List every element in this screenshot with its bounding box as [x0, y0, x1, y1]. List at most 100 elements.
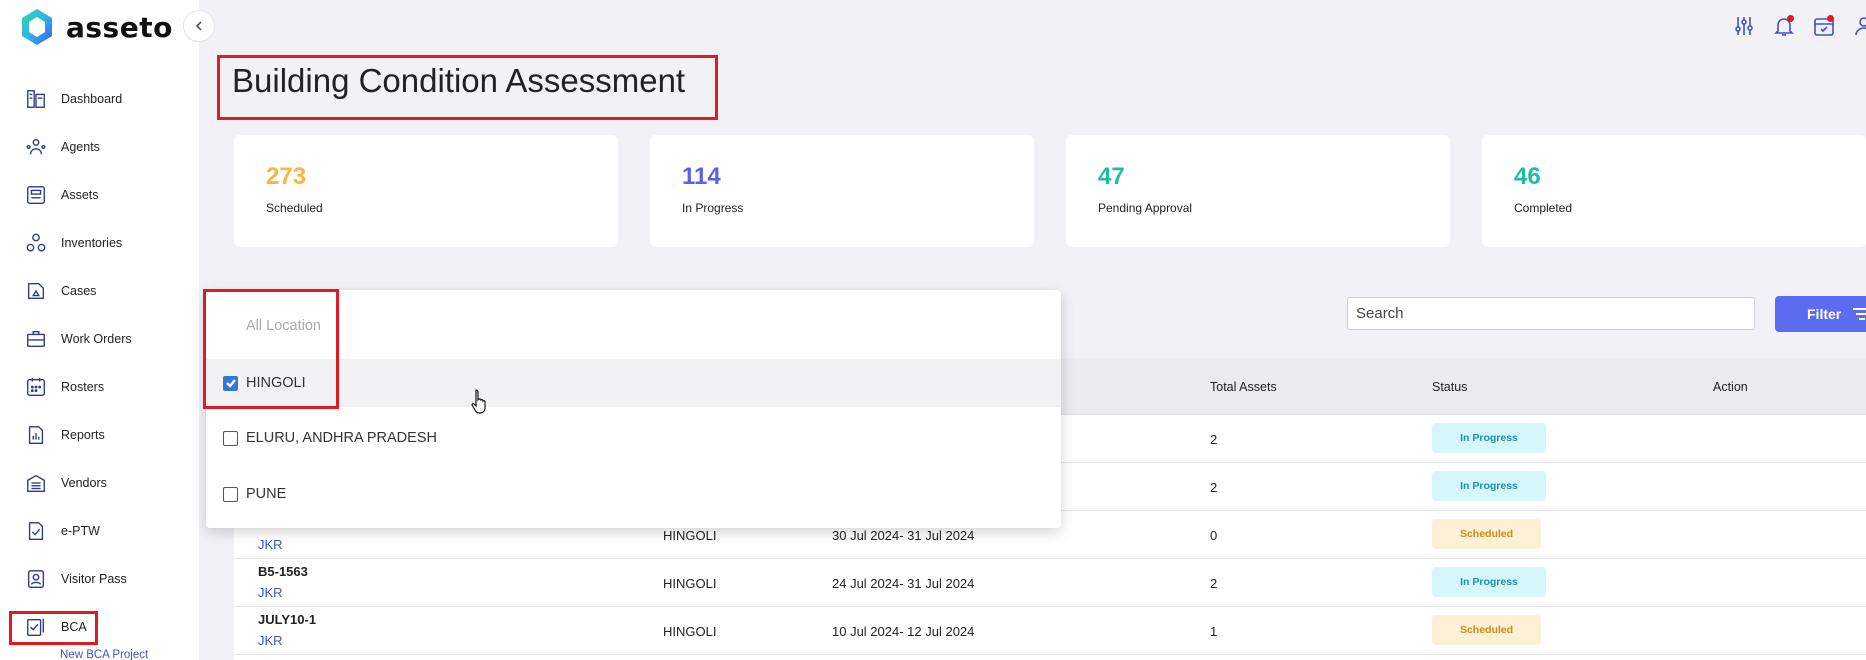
cell-total-assets: 2: [1210, 480, 1218, 495]
stat-value: 47: [1098, 163, 1125, 190]
header-actions: [1732, 14, 1866, 38]
agents-icon: [26, 138, 46, 155]
status-badge: In Progress: [1432, 471, 1546, 501]
app-logo[interactable]: asseto: [20, 8, 173, 46]
status-badge: In Progress: [1432, 567, 1546, 597]
location-option-pune[interactable]: PUNE: [206, 470, 1061, 518]
sidebar-item-dashboard[interactable]: Dashboard: [0, 75, 199, 123]
highlight-box-bca: [9, 611, 98, 645]
sidebar-item-label: Dashboard: [61, 92, 123, 106]
sidebar-item-agents[interactable]: Agents: [0, 123, 199, 171]
work-orders-icon: [27, 330, 45, 348]
assets-icon: [27, 186, 45, 204]
sidebar-item-cases[interactable]: Cases: [0, 267, 199, 315]
highlight-box-title: [217, 55, 718, 120]
cell-org-link[interactable]: JKR: [258, 585, 283, 600]
search-input[interactable]: [1347, 297, 1755, 330]
column-header-status[interactable]: Status: [1432, 380, 1467, 394]
hand-cursor-icon: [471, 389, 486, 414]
cell-location: HINGOLI: [663, 528, 717, 543]
cell-total-assets: 2: [1210, 432, 1218, 447]
stat-card-pending-approval[interactable]: 47 Pending Approval: [1066, 135, 1450, 247]
cell-date-range: 30 Jul 2024- 31 Jul 2024: [832, 528, 975, 543]
sidebar-item-label: Assets: [61, 188, 99, 202]
table-row[interactable]: B5-1563 JKR HINGOLI 24 Jul 2024- 31 Jul …: [234, 559, 1866, 607]
location-option-eluru[interactable]: ELURU, ANDHRA PRADESH: [206, 414, 1061, 462]
sidebar-item-label: Vendors: [61, 476, 107, 490]
app-name: asseto: [66, 10, 173, 44]
cell-org-link[interactable]: JKR: [258, 633, 283, 648]
sidebar-item-label: Cases: [61, 284, 97, 298]
status-badge: Scheduled: [1432, 519, 1541, 549]
stat-value: 273: [266, 163, 307, 190]
vendors-icon: [27, 474, 45, 492]
cell-date-range: 24 Jul 2024- 31 Jul 2024: [832, 576, 975, 591]
cell-date-range: 10 Jul 2024- 12 Jul 2024: [832, 624, 975, 639]
table-row[interactable]: JULY10-1 JKR HINGOLI 10 Jul 2024- 12 Jul…: [234, 607, 1866, 655]
sidebar-item-label: e-PTW: [61, 524, 100, 538]
cell-org-link[interactable]: JKR: [258, 537, 283, 552]
sidebar-item-label: Inventories: [61, 236, 123, 250]
stat-label: Pending Approval: [1098, 201, 1193, 215]
filter-lines-icon: [1853, 308, 1866, 320]
option-label: PUNE: [246, 486, 287, 502]
notifications-button[interactable]: [1772, 14, 1796, 38]
logo-hex-icon: [22, 9, 52, 45]
settings-sliders-icon: [1735, 17, 1753, 35]
sidebar-subitem-new-bca-project[interactable]: New BCA Project: [60, 649, 148, 660]
stat-card-completed[interactable]: 46 Completed: [1482, 135, 1866, 247]
stat-value: 46: [1514, 163, 1541, 190]
sidebar-nav: Dashboard Agents Assets Inventories Case…: [0, 75, 199, 651]
sidebar-item-reports[interactable]: Reports: [0, 411, 199, 459]
checkbox-unchecked[interactable]: [223, 430, 238, 446]
reports-icon: [28, 426, 44, 444]
cell-total-assets: 0: [1210, 528, 1218, 543]
stat-label: Scheduled: [266, 201, 323, 215]
cell-total-assets: 2: [1210, 576, 1218, 591]
chevron-left-icon: [195, 21, 202, 31]
stat-value: 114: [682, 163, 721, 190]
option-label: ELURU, ANDHRA PRADESH: [246, 430, 437, 446]
sidebar-item-rosters[interactable]: Rosters: [0, 363, 199, 411]
stat-card-in-progress[interactable]: 114 In Progress: [650, 135, 1034, 247]
calendar-dot: [1827, 15, 1834, 22]
sidebar-item-vendors[interactable]: Vendors: [0, 459, 199, 507]
stat-label: In Progress: [682, 201, 744, 215]
sidebar-item-label: Visitor Pass: [61, 572, 127, 586]
sidebar-item-visitor-pass[interactable]: Visitor Pass: [0, 555, 199, 603]
eptw-icon: [28, 522, 44, 540]
sidebar-item-label: Rosters: [61, 380, 105, 394]
sidebar-item-work-orders[interactable]: Work Orders: [0, 315, 199, 363]
sidebar: asseto Dashboard Agents Assets Inventori…: [0, 0, 199, 660]
sidebar-item-label: Work Orders: [61, 332, 132, 346]
user-profile-icon: [1855, 17, 1866, 36]
sidebar-item-inventories[interactable]: Inventories: [0, 219, 199, 267]
inventories-icon: [26, 233, 46, 252]
sidebar-item-label: Reports: [61, 428, 105, 442]
sidebar-item-label: Agents: [61, 140, 100, 154]
dashboard-icon: [27, 90, 45, 108]
cell-project-id: B5-1563: [258, 564, 308, 579]
status-badge: In Progress: [1432, 423, 1546, 453]
filter-button[interactable]: Filter: [1775, 296, 1866, 332]
settings-sliders-button[interactable]: [1732, 14, 1756, 38]
stat-card-scheduled[interactable]: 273 Scheduled: [234, 135, 618, 247]
cell-location: HINGOLI: [663, 576, 717, 591]
sidebar-item-eptw[interactable]: e-PTW: [0, 507, 199, 555]
highlight-box-location: [203, 289, 339, 409]
column-header-total-assets[interactable]: Total Assets: [1210, 380, 1277, 394]
cell-location: HINGOLI: [663, 624, 717, 639]
cases-icon: [27, 282, 45, 300]
user-profile-button[interactable]: [1852, 14, 1866, 38]
status-badge: Scheduled: [1432, 615, 1541, 645]
calendar-button[interactable]: [1812, 14, 1836, 38]
cell-total-assets: 1: [1210, 624, 1218, 639]
cell-project-id: JULY10-1: [258, 612, 317, 627]
sidebar-item-assets[interactable]: Assets: [0, 171, 199, 219]
checkbox-unchecked[interactable]: [223, 486, 238, 502]
filter-button-label: Filter: [1807, 306, 1842, 322]
stat-label: Completed: [1514, 201, 1573, 215]
column-header-action: Action: [1713, 380, 1748, 394]
rosters-icon: [27, 377, 45, 396]
collapse-sidebar-button[interactable]: [183, 10, 215, 42]
